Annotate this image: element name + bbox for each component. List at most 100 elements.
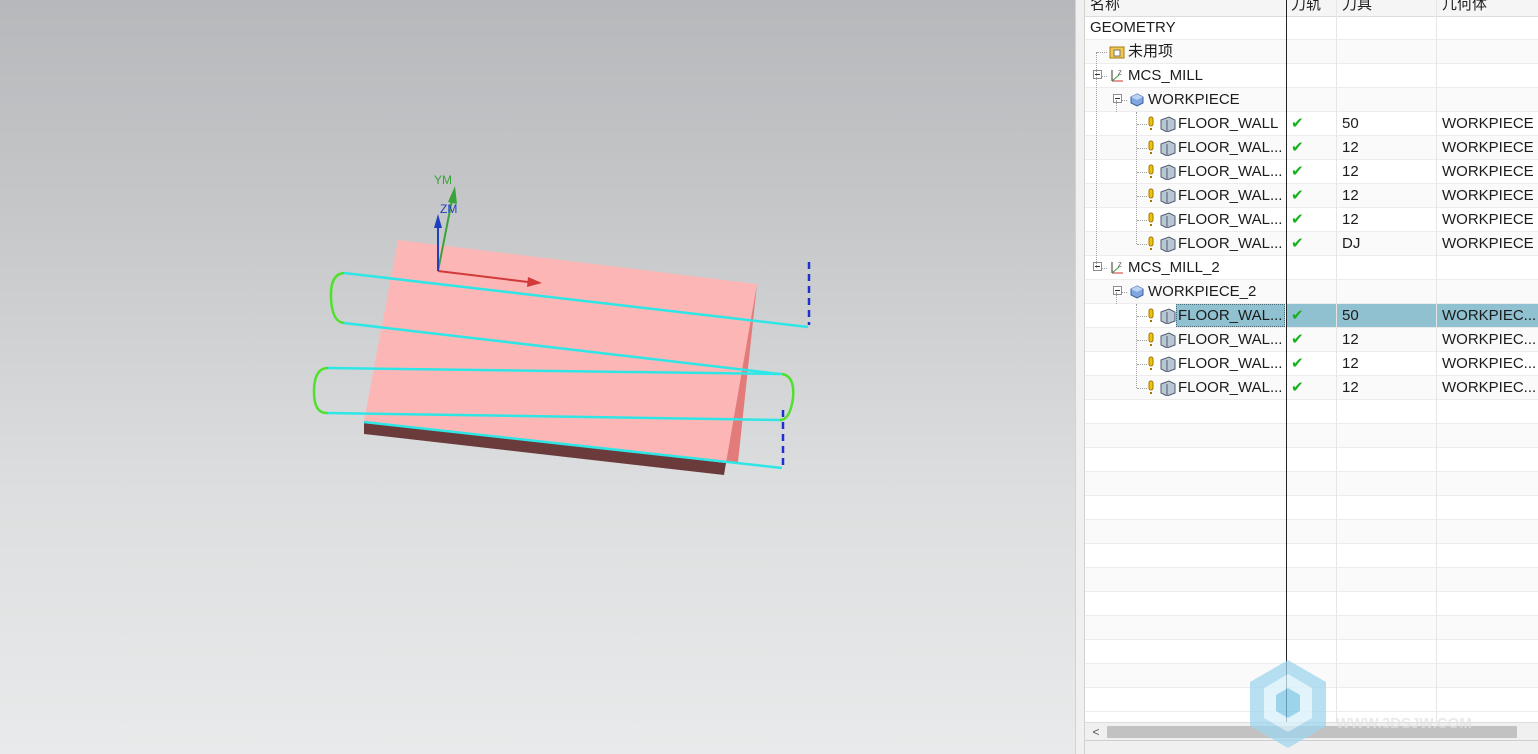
graphics-viewport[interactable]: YM ZM — [0, 0, 1075, 754]
tree-row[interactable]: GEOMETRY — [1085, 16, 1538, 40]
operation-row[interactable]: FLOOR_WAL... ✔ DJ WORKPIECE — [1085, 232, 1538, 256]
operation-row[interactable]: FLOOR_WAL... ✔ 12 WORKPIECE — [1085, 208, 1538, 232]
operation-row[interactable]: FLOOR_WAL... ✔ 12 WORKPIEC... — [1085, 352, 1538, 376]
empty-row — [1085, 424, 1538, 448]
tool-cell — [1337, 280, 1437, 303]
geometry-cell: WORKPIEC... — [1442, 379, 1537, 396]
row-name: FLOOR_WALL — [1178, 115, 1279, 132]
toolpath-status — [1291, 88, 1337, 111]
geometry-cell: WORKPIECE — [1442, 235, 1534, 252]
tool-cell — [1337, 256, 1437, 279]
toolpath-status — [1291, 280, 1337, 303]
geometry-cell — [1437, 280, 1538, 303]
operation-row[interactable]: FLOOR_WAL... ✔ 12 WORKPIEC... — [1085, 328, 1538, 352]
toolpath-status: ✔ — [1291, 307, 1304, 324]
geometry-cell — [1437, 64, 1538, 87]
column-header-toolpath[interactable]: 刀轨 — [1286, 0, 1337, 16]
tool-cell: 50 — [1342, 307, 1359, 324]
tree-row[interactable]: Z MCS_MILL_2 — [1085, 256, 1538, 280]
tree-row[interactable]: WORKPIECE_2 — [1085, 280, 1538, 304]
row-name: MCS_MILL — [1128, 67, 1204, 84]
tree-guide-line — [1136, 112, 1137, 244]
tool-cell: DJ — [1342, 235, 1361, 252]
empty-row — [1085, 568, 1538, 592]
operation-row[interactable]: FLOOR_WAL... ✔ 12 WORKPIECE — [1085, 136, 1538, 160]
row-name: FLOOR_WAL... — [1178, 307, 1283, 324]
row-name: FLOOR_WAL... — [1178, 355, 1283, 372]
column-header-tool[interactable]: 刀具 — [1337, 0, 1437, 16]
toolpath-status: ✔ — [1291, 187, 1304, 204]
tool-cell: 12 — [1342, 211, 1359, 228]
geometry-cell: WORKPIEC... — [1442, 331, 1537, 348]
tree-row[interactable]: Z MCS_MILL — [1085, 64, 1538, 88]
column-divider — [1336, 0, 1337, 722]
column-divider — [1436, 0, 1437, 722]
geometry-cell — [1437, 40, 1538, 63]
column-header-geometry[interactable]: 几何体 — [1437, 0, 1538, 16]
tool-cell — [1337, 88, 1437, 111]
toolpath-status: ✔ — [1291, 139, 1304, 156]
tool-cell: 12 — [1342, 139, 1359, 156]
tree-guide-line — [1116, 100, 1117, 112]
operation-row[interactable]: FLOOR_WAL... ✔ 12 WORKPIECE — [1085, 184, 1538, 208]
scroll-left-button[interactable]: < — [1087, 723, 1105, 741]
geometry-cell — [1437, 88, 1538, 111]
row-name: MCS_MILL_2 — [1128, 259, 1220, 276]
operation-row[interactable]: FLOOR_WAL... ✔ 12 WORKPIECE — [1085, 160, 1538, 184]
z-axis-arrow — [434, 214, 442, 228]
geometry-cell: WORKPIEC... — [1442, 355, 1537, 372]
row-name: FLOOR_WAL... — [1178, 187, 1283, 204]
empty-row — [1085, 400, 1538, 424]
empty-row — [1085, 448, 1538, 472]
empty-row — [1085, 496, 1538, 520]
tool-cell — [1337, 64, 1437, 87]
toolpath-status — [1291, 256, 1337, 279]
operation-row[interactable]: FLOOR_WAL... ✔ 12 WORKPIEC... — [1085, 376, 1538, 400]
row-name: FLOOR_WAL... — [1178, 139, 1283, 156]
tool-cell: 12 — [1342, 355, 1359, 372]
tree-row[interactable]: 未用项 — [1085, 40, 1538, 64]
empty-row — [1085, 616, 1538, 640]
tool-cell: 12 — [1342, 187, 1359, 204]
watermark-logo: WWW.3DSJW.COM — [1250, 660, 1472, 748]
toolpath-status — [1291, 64, 1337, 87]
tree-guide-line — [1096, 52, 1097, 268]
geometry-cell: WORKPIECE — [1442, 139, 1534, 156]
column-header-name[interactable]: 名称 — [1085, 0, 1286, 16]
toolpath-status — [1291, 40, 1337, 63]
geometry-cell: WORKPIECE — [1442, 187, 1534, 204]
empty-row — [1085, 520, 1538, 544]
column-header-row: 名称 刀轨 刀具 几何体 — [1085, 0, 1538, 17]
operation-row[interactable]: FLOOR_WALL ✔ 50 WORKPIECE — [1085, 112, 1538, 136]
toolpath-status: ✔ — [1291, 355, 1304, 372]
toolpath-status: ✔ — [1291, 163, 1304, 180]
tool-cell — [1337, 16, 1437, 39]
row-name: WORKPIECE_2 — [1148, 283, 1257, 300]
empty-row — [1085, 592, 1538, 616]
row-name: WORKPIECE — [1148, 91, 1240, 108]
navigator-tree[interactable]: GEOMETRY 未用项 Z MCS_MILL WORKPIECE FLOOR_WALL ✔… — [1085, 16, 1538, 712]
tool-cell: 12 — [1342, 379, 1359, 396]
geometry-cell: WORKPIECE — [1442, 163, 1534, 180]
toolpath-status: ✔ — [1291, 379, 1304, 396]
tool-cell: 12 — [1342, 331, 1359, 348]
toolpath-status: ✔ — [1291, 115, 1304, 132]
tool-cell: 50 — [1342, 115, 1359, 132]
panel-splitter[interactable] — [1075, 0, 1085, 754]
toolpath-arc — [329, 271, 345, 325]
empty-row — [1085, 544, 1538, 568]
operation-row[interactable]: FLOOR_WAL... ✔ 50 WORKPIEC... — [1085, 304, 1538, 328]
tree-guide-line — [1136, 304, 1137, 388]
tree-row[interactable]: WORKPIECE — [1085, 88, 1538, 112]
model-canvas[interactable]: YM ZM — [0, 0, 1075, 754]
row-name: FLOOR_WAL... — [1178, 211, 1283, 228]
row-name: 未用项 — [1128, 43, 1174, 60]
geometry-cell: WORKPIECE — [1442, 211, 1534, 228]
geometry-cell — [1437, 256, 1538, 279]
column-divider — [1286, 0, 1287, 722]
row-name: GEOMETRY — [1090, 19, 1176, 36]
row-name: FLOOR_WAL... — [1178, 235, 1283, 252]
operation-navigator[interactable]: 名称 刀轨 刀具 几何体 GEOMETRY 未用项 Z MCS_MILL WORKPIE… — [1085, 0, 1538, 754]
toolpath-status: ✔ — [1291, 331, 1304, 348]
watermark-text: WWW.3DSJW.COM — [1336, 715, 1472, 732]
